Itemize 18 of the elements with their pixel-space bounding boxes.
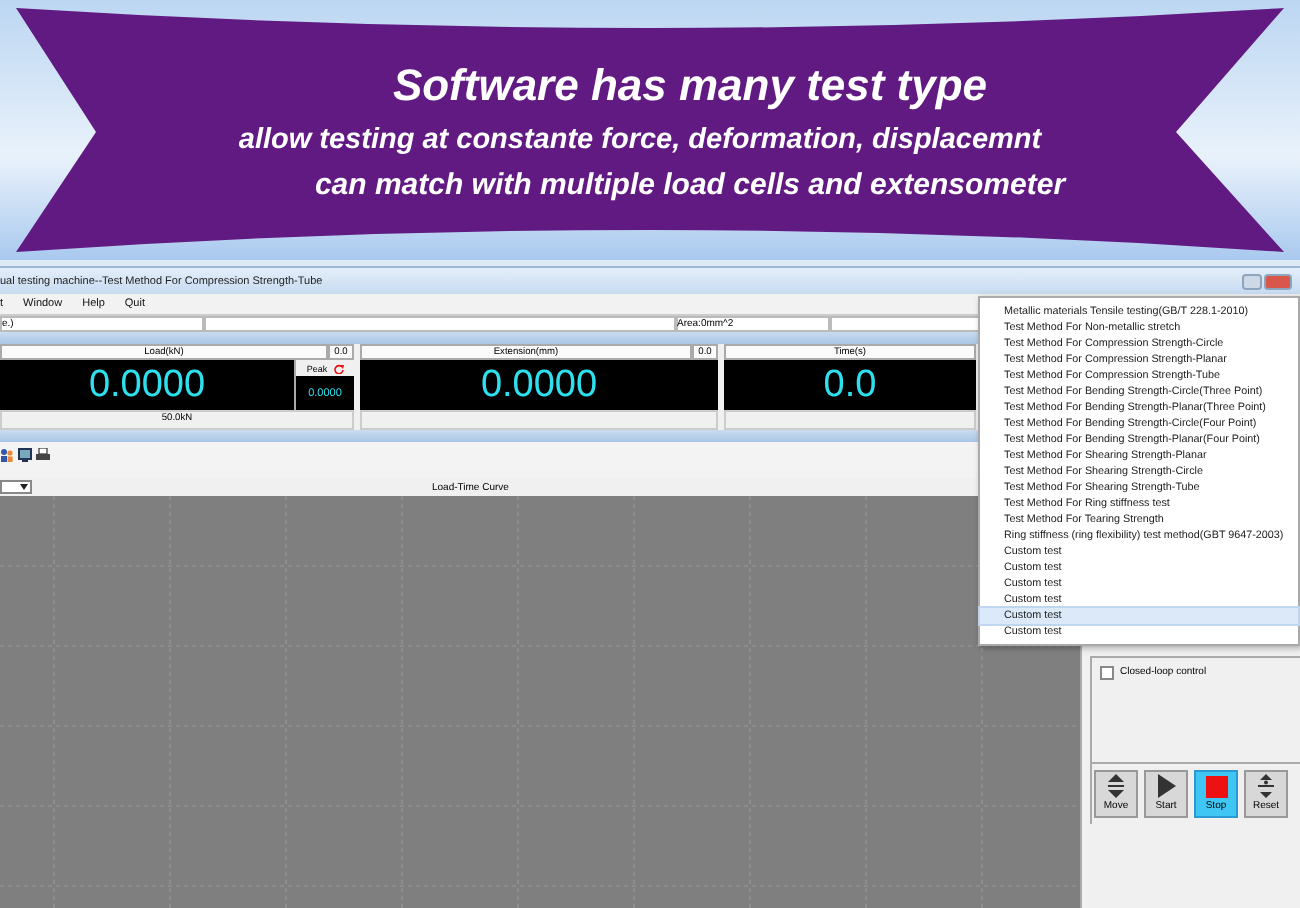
banner-text: Software has many test type [392, 59, 988, 111]
banner-text: allow testing at constante force, deformation, displacemnt [238, 123, 1042, 155]
meter-display: 0.0000 [478, 361, 600, 409]
caret-icon [20, 484, 28, 490]
printer-icon[interactable] [36, 447, 50, 461]
banner-text: can match with multiple load cells and extensometer [314, 167, 1066, 201]
meter-display: 0.0000 [86, 361, 208, 409]
stop-icon [1205, 776, 1227, 798]
reset-icon [1256, 774, 1276, 798]
people-icon[interactable] [0, 447, 14, 461]
checkbox[interactable] [1100, 666, 1114, 680]
up-down-arrows-icon [1106, 774, 1126, 798]
refresh-icon[interactable] [333, 363, 344, 373]
play-icon [1156, 774, 1176, 798]
meter-display: 0.0 [821, 361, 879, 409]
monitor-icon[interactable] [18, 447, 32, 461]
close-button[interactable] [1264, 273, 1292, 289]
curve-dropdown[interactable] [0, 480, 32, 494]
